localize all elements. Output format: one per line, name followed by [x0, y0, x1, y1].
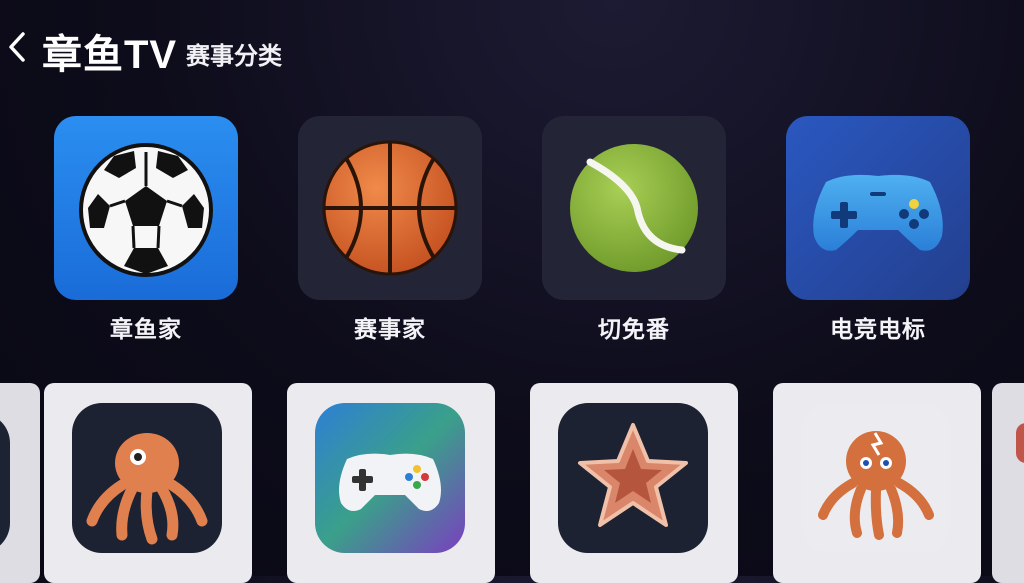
page-subtitle: 赛事分类 [186, 43, 282, 70]
category-label: 赛事家 [354, 316, 426, 342]
category-label: 电竞电标 [830, 316, 926, 342]
app-card-partial-right[interactable] [992, 383, 1024, 583]
gamepad-icon [786, 116, 970, 300]
app-title: 章鱼TV [42, 33, 178, 77]
category-tile-esports[interactable] [786, 116, 970, 300]
category-tile-soccer[interactable] [54, 116, 238, 300]
soccer-ball-icon [54, 116, 238, 300]
tennis-ball-icon [542, 116, 726, 300]
category-label: 切免番 [598, 316, 670, 342]
header: 章鱼TV 赛事分类 [0, 0, 1024, 100]
game-controller-icon [315, 403, 465, 553]
chevron-left-icon[interactable] [6, 30, 28, 64]
app-card-partial-left[interactable] [0, 383, 40, 583]
app-card[interactable] [530, 383, 738, 583]
octopus-icon [72, 403, 222, 553]
star-icon [558, 403, 708, 553]
app-card[interactable] [773, 383, 981, 583]
category-tile-basketball[interactable] [298, 116, 482, 300]
app-card[interactable] [287, 383, 495, 583]
octopus-mascot-icon [801, 403, 951, 553]
category-label: 章鱼家 [110, 316, 182, 342]
category-tile-tennis[interactable] [542, 116, 726, 300]
basketball-icon [298, 116, 482, 300]
app-card[interactable] [44, 383, 252, 583]
